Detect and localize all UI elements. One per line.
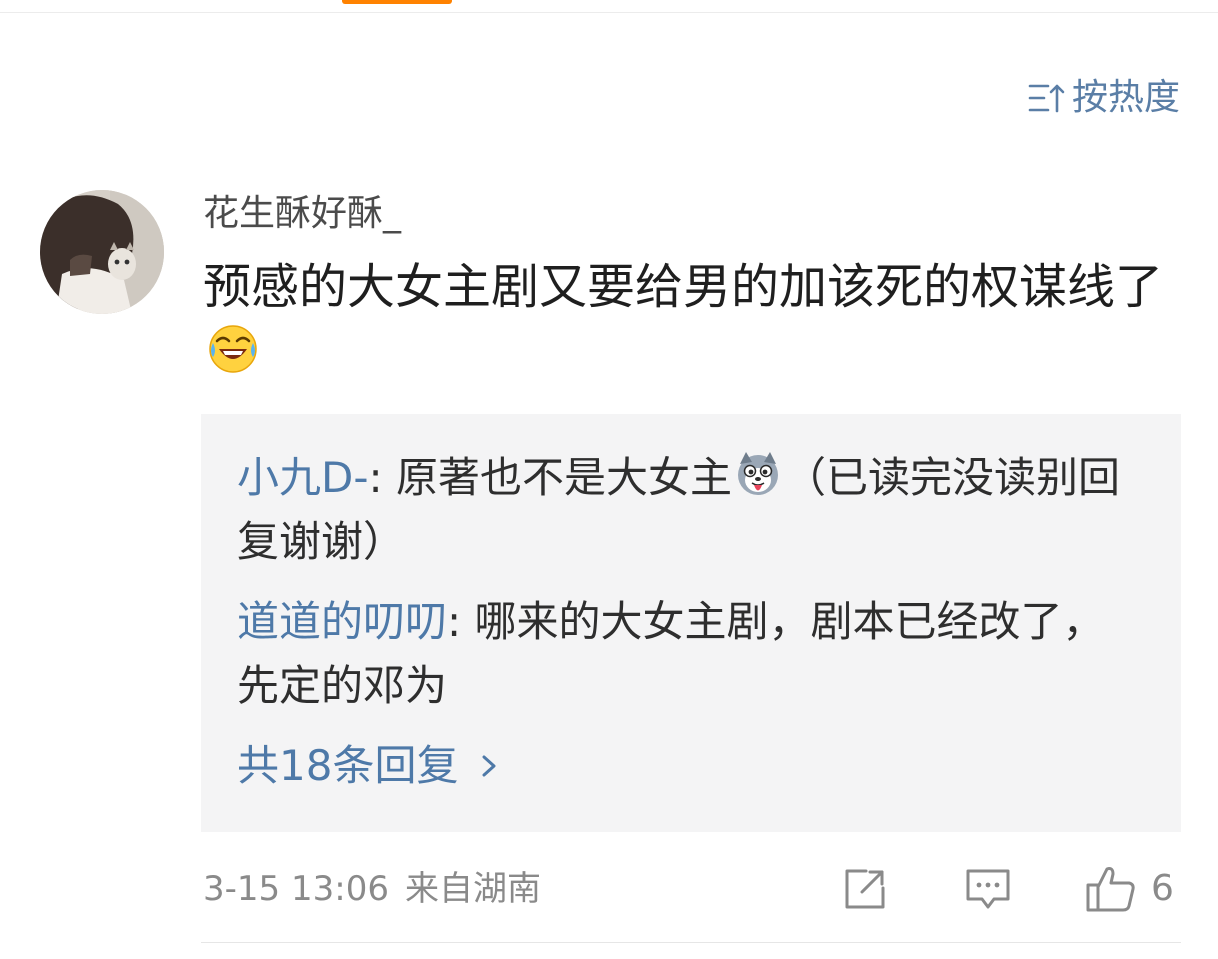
like-button[interactable]: 6 xyxy=(1085,864,1174,914)
view-all-replies-link[interactable]: 共18条回复 xyxy=(237,734,500,798)
sort-by-hot-button[interactable]: 按热度 xyxy=(1028,74,1180,122)
reply-separator: : xyxy=(447,597,475,646)
laugh-cry-emoji-icon xyxy=(209,325,257,373)
comment-time: 3-15 13:06 xyxy=(203,869,389,909)
avatar[interactable] xyxy=(40,190,164,314)
comment-button[interactable] xyxy=(964,864,1012,914)
tab-indicator xyxy=(342,0,452,4)
avatar-image xyxy=(40,190,164,314)
sort-icon xyxy=(1028,84,1065,113)
comment-icon xyxy=(966,869,1010,909)
reply-text: 原著也不是大女主 xyxy=(396,453,733,502)
top-divider xyxy=(0,12,1218,13)
more-replies-label: 共18条回复 xyxy=(237,741,459,790)
comment-meta: 3-15 13:06 来自湖南 xyxy=(203,864,541,914)
like-count: 6 xyxy=(1151,868,1174,909)
comment-text: 预感的大女主剧又要给男的加该死的权谋线了 xyxy=(203,254,1163,386)
reply-author[interactable]: 道道的叨叨 xyxy=(237,597,447,646)
comment-body: 预感的大女主剧又要给男的加该死的权谋线了 xyxy=(203,259,1164,315)
comment-location: 来自湖南 xyxy=(404,869,541,909)
comment-page: 按热度 花生酥好酥_ 预感的大女主剧又要给男的加该死的权谋线了 小九D-: 原著… xyxy=(0,0,1218,959)
thumbs-up-icon xyxy=(1086,867,1135,912)
replies-box[interactable]: 小九D-: 原著也不是大女主 （已读完没读别回复谢谢） 道道的叨叨: 哪来的大女… xyxy=(201,414,1181,832)
bottom-divider xyxy=(201,942,1181,943)
share-icon xyxy=(845,869,885,909)
reply-author[interactable]: 小九D- xyxy=(237,453,369,502)
dog-tongue-emoji-icon xyxy=(738,452,779,495)
chevron-right-icon xyxy=(482,755,496,777)
reply-separator: : xyxy=(368,453,397,502)
sort-label: 按热度 xyxy=(1071,77,1180,118)
reply-item: 小九D-: 原著也不是大女主 （已读完没读别回复谢谢） xyxy=(237,446,1137,574)
comment-username[interactable]: 花生酥好酥_ xyxy=(203,190,401,238)
reply-item: 道道的叨叨: 哪来的大女主剧，剧本已经改了，先定的邓为 xyxy=(237,590,1137,718)
share-button[interactable] xyxy=(842,864,888,914)
